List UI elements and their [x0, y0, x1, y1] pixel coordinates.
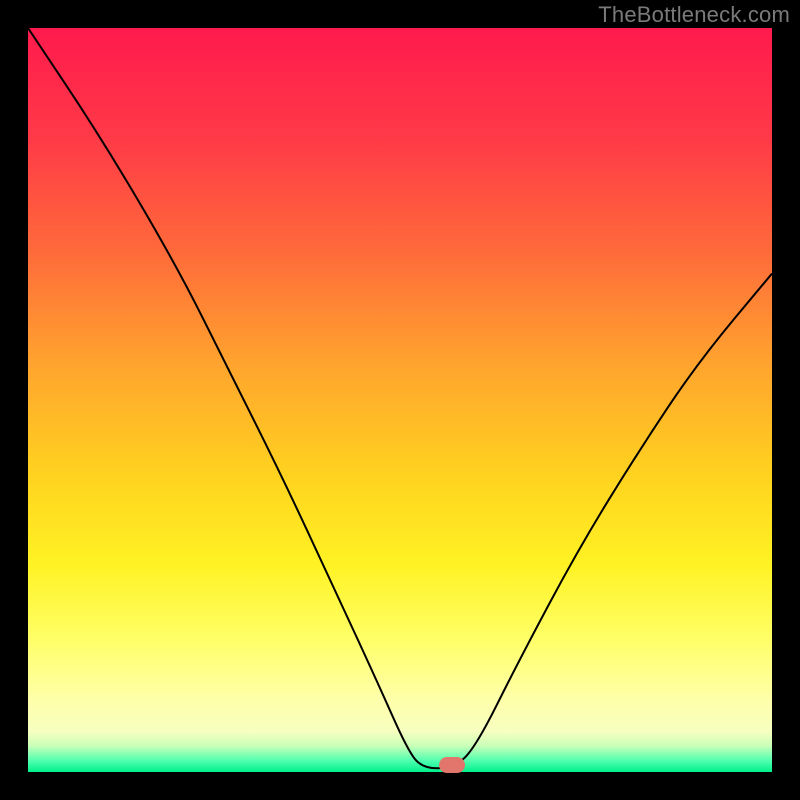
plot-area	[28, 28, 772, 772]
chart-container: TheBottleneck.com	[0, 0, 800, 800]
optimal-point-marker	[439, 757, 465, 773]
bottleneck-curve	[28, 28, 772, 772]
attribution-label: TheBottleneck.com	[598, 2, 790, 28]
